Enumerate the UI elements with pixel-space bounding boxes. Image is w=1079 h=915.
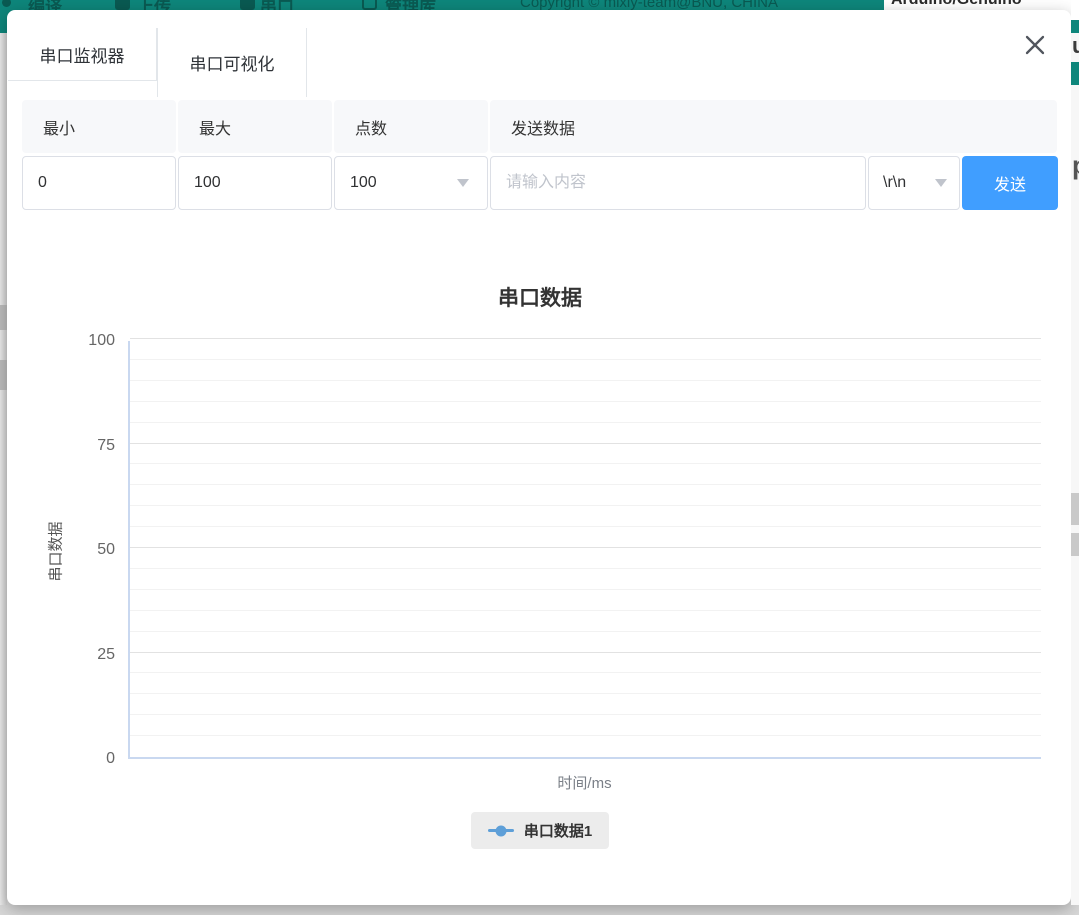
points-select-value: 100 [350,174,377,192]
gridline [130,714,1041,715]
gridline [130,359,1041,360]
gridline [130,735,1041,736]
legend-container: 串口数据1 [7,812,1073,849]
y-tick-label: 50 [97,541,115,559]
x-axis-name: 时间/ms [128,772,1041,793]
app-page: 编译 上传 串口 管理库 Copyright © mixly-team@BNU,… [0,0,1079,915]
gridline [130,672,1041,673]
serial-dialog: 串口监视器 串口可视化 最小 最大 点数 发送数据 100 \r\n 发送 串口… [7,10,1071,905]
gridline [130,526,1041,527]
gridline [130,463,1041,464]
y-axis-ticks: 0255075100 [7,341,115,759]
plot-area [128,341,1041,759]
chart-title: 串口数据 [7,282,1073,312]
upload-icon [115,0,130,10]
right-page-edge: u p [1071,0,1079,905]
max-input[interactable] [178,156,332,210]
gridline [130,610,1041,611]
min-header: 最小 [22,100,176,153]
legend-item-series1[interactable]: 串口数据1 [471,812,609,849]
chevron-down-icon [457,179,469,187]
menu-icon [2,0,11,7]
points-select[interactable]: 100 [334,156,488,210]
gridline [130,380,1041,381]
scrollbar-thumb[interactable] [0,360,7,390]
legend-label: 串口数据1 [524,820,592,841]
gridline [130,631,1041,632]
scrollbar-thumb[interactable] [1071,533,1079,556]
gridline [130,693,1041,694]
gridline [130,652,1041,653]
max-header: 最大 [178,100,332,153]
serial-icon [240,0,255,10]
send-button[interactable]: 发送 [962,156,1058,210]
y-tick-label: 75 [97,437,115,455]
send-data-input[interactable] [490,156,866,210]
points-header: 点数 [334,100,488,153]
board-selector-value: Arduino/Genuino [891,0,1022,9]
gridline [130,505,1041,506]
tab-serial-visualization[interactable]: 串口可视化 [157,28,307,97]
gridline [130,484,1041,485]
y-tick-label: 25 [97,646,115,664]
gridline [130,338,1041,339]
y-tick-label: 0 [106,750,115,768]
right-edge-white [1071,0,1079,20]
gridline [130,589,1041,590]
send-data-header: 发送数据 [490,100,1057,153]
line-ending-select[interactable]: \r\n [868,156,960,210]
line-ending-value: \r\n [883,174,906,192]
tab-serial-monitor[interactable]: 串口监视器 [8,28,157,81]
gridline [130,547,1041,548]
right-edge-teal-bar [1071,62,1079,85]
legend-marker-line [488,829,514,832]
scrollbar-thumb[interactable] [1071,493,1079,525]
clipped-text-fragment: p [1072,150,1079,181]
gridline [130,422,1041,423]
chevron-down-icon [935,179,947,187]
left-page-edge [0,33,7,905]
y-tick-label: 100 [88,332,115,350]
gridline [130,401,1041,402]
scrollbar-thumb[interactable] [0,305,7,330]
close-button[interactable] [1011,29,1059,61]
close-icon [1022,32,1048,58]
clipped-text-fragment: u [1072,33,1079,59]
right-edge-teal-bar [1071,20,1079,33]
gridline [130,568,1041,569]
gridline [130,443,1041,444]
legend-marker-dot [495,825,506,836]
library-icon [362,0,377,10]
min-input[interactable] [22,156,176,210]
